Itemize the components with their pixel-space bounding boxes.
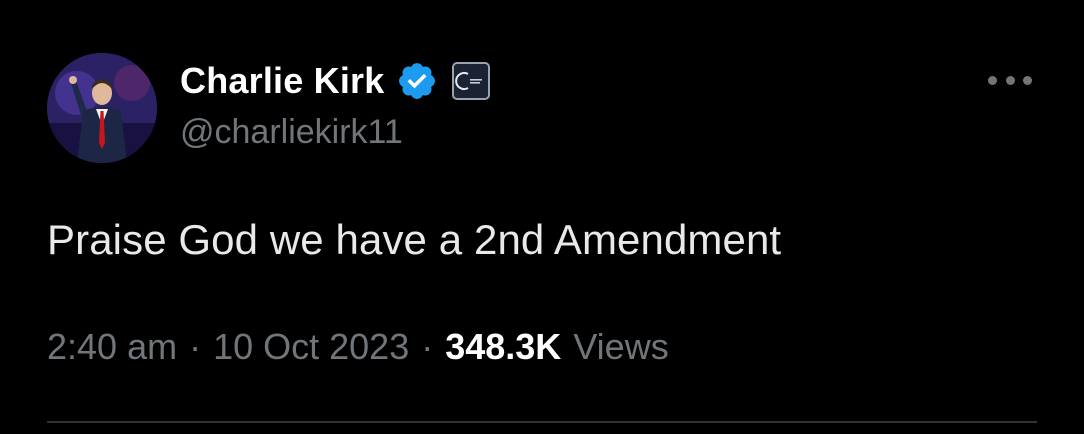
tweet-metadata: 2:40 am · 10 Oct 2023 · 348.3K Views	[47, 326, 669, 368]
divider	[47, 421, 1037, 423]
author-display-name[interactable]: Charlie Kirk	[180, 60, 384, 102]
more-dot	[1005, 75, 1015, 85]
meta-separator: ·	[421, 326, 434, 367]
avatar-image	[47, 53, 157, 163]
organization-logo-icon[interactable]	[452, 62, 491, 100]
more-dot	[1023, 75, 1032, 85]
author-handle[interactable]: @charliekirk11	[180, 113, 403, 152]
views-label: Views	[573, 326, 669, 367]
more-options-icon[interactable]	[988, 68, 1032, 92]
views-count[interactable]: 348.3K	[445, 326, 561, 368]
tweet-card: Charlie Kirk @charliekirk11 Praise God w…	[0, 0, 1084, 434]
tweet-date[interactable]: 10 Oct 2023	[213, 326, 409, 368]
verified-badge-icon[interactable]	[396, 60, 438, 102]
more-dot	[988, 75, 997, 85]
tweet-time[interactable]: 2:40 am	[47, 326, 177, 368]
author-name-row: Charlie Kirk	[180, 58, 491, 104]
meta-separator: ·	[189, 326, 202, 367]
tweet-text: Praise God we have a 2nd Amendment	[47, 216, 782, 263]
avatar[interactable]	[47, 53, 157, 163]
